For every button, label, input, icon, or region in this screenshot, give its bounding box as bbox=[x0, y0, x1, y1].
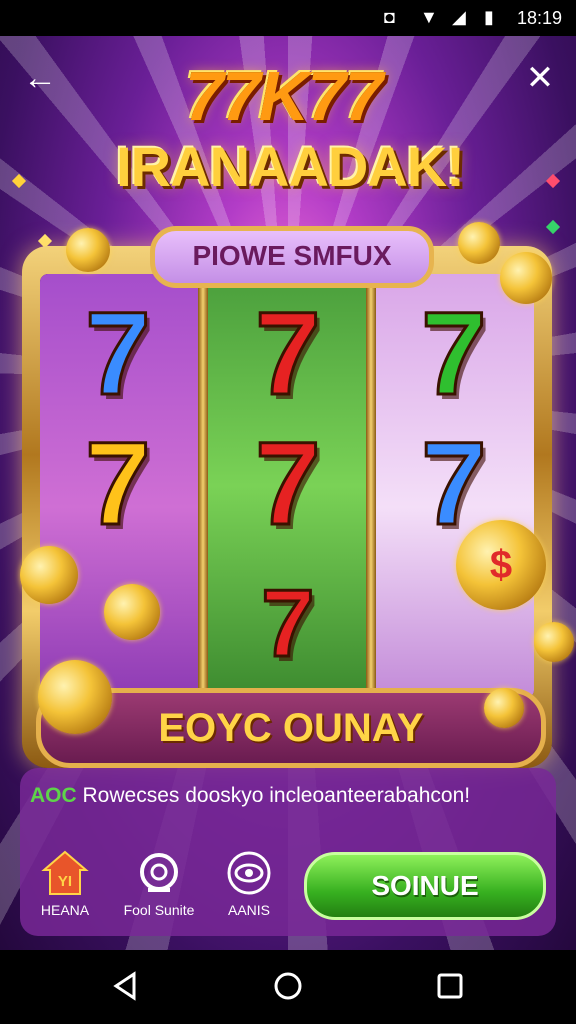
nav-search[interactable]: Fool Sunite bbox=[114, 848, 204, 928]
back-button[interactable]: ← bbox=[18, 56, 62, 100]
status-bar: ◘ ▼ ◢ ▮ 18:19 bbox=[0, 0, 576, 36]
gold-coin bbox=[66, 228, 110, 272]
back-triangle-icon[interactable] bbox=[106, 966, 146, 1006]
reel-symbol-seven: 7 bbox=[254, 288, 323, 420]
machine-top-banner: PIOWE SMFUX bbox=[150, 226, 434, 288]
promo-message: AOC Rowecses dooskyo incleoanteerabahcon… bbox=[30, 784, 546, 808]
wifi-icon: ▼ bbox=[420, 7, 438, 27]
continue-button[interactable]: SOINUE bbox=[304, 852, 546, 920]
reel-divider bbox=[198, 274, 208, 698]
game-title-numbers: 77K77 bbox=[184, 57, 383, 135]
reel-symbol-seven: 7 bbox=[420, 288, 489, 420]
nav-home-label: HEANA bbox=[40, 902, 90, 918]
spin-banner[interactable]: EOYC OUNAY bbox=[36, 688, 546, 768]
reel-3: 7 7 bbox=[376, 274, 534, 698]
gold-coin bbox=[38, 660, 112, 734]
status-time: 18:19 bbox=[516, 8, 562, 28]
gold-coin bbox=[500, 252, 552, 304]
game-title: IRANAADAK! bbox=[116, 135, 465, 198]
battery-icon: ▮ bbox=[484, 7, 494, 27]
reel-symbol-seven: 7 bbox=[84, 418, 153, 550]
bottom-panel: AOC Rowecses dooskyo incleoanteerabahcon… bbox=[20, 768, 556, 936]
close-icon: ✕ bbox=[525, 59, 555, 97]
nfc-icon: ◘ bbox=[384, 7, 395, 27]
signal-icon: ◢ bbox=[452, 7, 466, 27]
promo-text: Rowecses dooskyo incleoanteerabahcon! bbox=[82, 784, 471, 807]
gold-coin bbox=[484, 688, 524, 728]
arrow-left-icon: ← bbox=[23, 59, 57, 97]
reel-symbol-seven: 7 bbox=[254, 418, 323, 550]
recents-square-icon[interactable] bbox=[430, 966, 470, 1006]
game-screen: ← ✕ 77K77 IRANAADAK! 7 7 7 7 7 7 7 PIOWE… bbox=[0, 36, 576, 950]
gold-coin bbox=[458, 222, 500, 264]
reel-2: 7 7 7 bbox=[208, 274, 366, 698]
gold-coin bbox=[534, 622, 574, 662]
reel-divider bbox=[366, 274, 376, 698]
gold-coin bbox=[20, 546, 78, 604]
search-icon bbox=[140, 853, 178, 892]
dollar-coin-icon: $ bbox=[456, 520, 546, 610]
nav-search-label: Fool Sunite bbox=[123, 902, 195, 918]
reel-symbol-seven: 7 bbox=[84, 288, 153, 420]
reel-symbol-seven: 7 bbox=[260, 569, 316, 679]
nav-aanis[interactable]: AANIS bbox=[204, 848, 294, 928]
gold-coin bbox=[104, 584, 160, 640]
system-nav-bar bbox=[0, 950, 576, 1024]
home-circle-icon[interactable] bbox=[268, 966, 308, 1006]
promo-tag: AOC bbox=[30, 784, 77, 807]
close-button[interactable]: ✕ bbox=[518, 56, 562, 100]
home-icon: YI bbox=[41, 850, 89, 895]
reels-area: 7 7 7 7 7 7 7 bbox=[40, 274, 534, 698]
home-badge: YI bbox=[58, 873, 72, 890]
nav-aanis-label: AANIS bbox=[227, 902, 270, 918]
nav-home[interactable]: YI HEANA bbox=[20, 848, 110, 928]
eye-icon bbox=[227, 851, 271, 895]
